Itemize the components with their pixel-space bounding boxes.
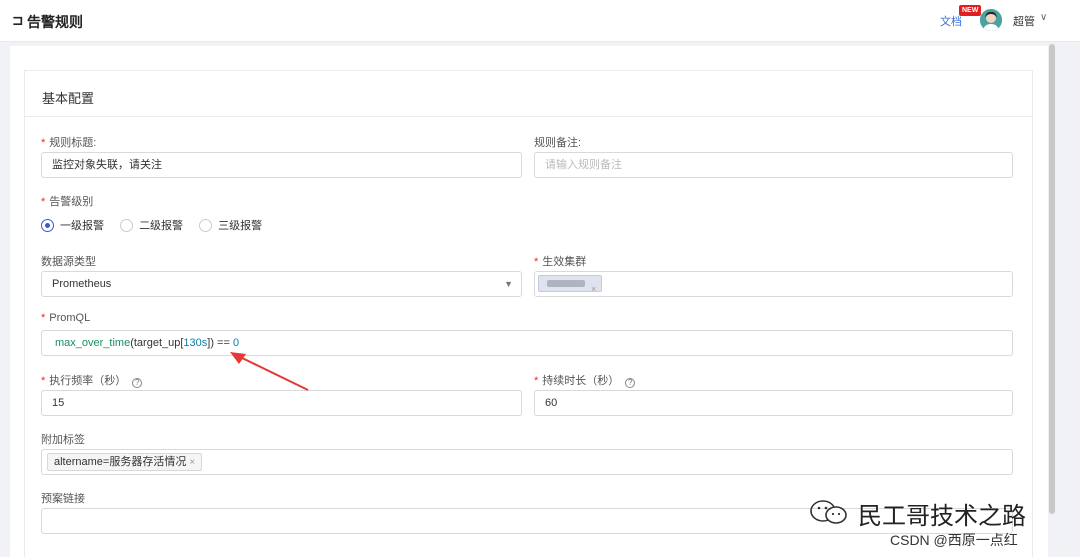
alert-level-label: * 告警级别 bbox=[41, 196, 94, 208]
watermark-text: 民工哥技术之路 bbox=[858, 502, 1026, 530]
required-mark: * bbox=[534, 256, 539, 268]
alert-level-radio-group: 一级报警 二级报警 三级报警 bbox=[41, 217, 275, 233]
new-badge: NEW bbox=[959, 5, 982, 16]
required-mark: * bbox=[534, 375, 539, 387]
required-mark: * bbox=[41, 375, 46, 387]
back-icon[interactable]: ⊐ bbox=[12, 12, 24, 29]
required-mark: * bbox=[41, 196, 46, 208]
card-title: 基本配置 bbox=[42, 91, 95, 106]
annotation-arrow-icon bbox=[230, 352, 309, 391]
top-bar: ⊐ 告警规则 文档 NEW 超管 ∨ bbox=[0, 0, 1080, 42]
promql-editor[interactable]: max_over_time(target_up[130s]) == 0 bbox=[41, 330, 1013, 356]
rule-note-label: 规则备注: bbox=[534, 137, 582, 149]
required-mark: * bbox=[41, 312, 46, 324]
card-header: 基本配置 bbox=[25, 71, 1032, 117]
interval-label: * 执行频率（秒）? bbox=[41, 372, 143, 388]
help-icon[interactable]: ? bbox=[625, 378, 636, 388]
caret-down-icon: ▼ bbox=[504, 279, 513, 289]
rule-title-label: * 规则标题: bbox=[41, 137, 97, 149]
tag-close-icon[interactable]: × bbox=[591, 277, 596, 296]
required-mark: * bbox=[41, 137, 46, 149]
runbook-label: 预案链接 bbox=[41, 493, 85, 505]
datasource-type-label: 数据源类型 bbox=[41, 256, 96, 268]
radio-unchecked-icon bbox=[199, 219, 213, 232]
basic-config-card: 基本配置 bbox=[24, 70, 1033, 557]
user-name[interactable]: 超管 bbox=[1013, 13, 1035, 29]
redacted-cluster-name bbox=[547, 280, 585, 287]
duration-label: * 持续时长（秒）? bbox=[534, 372, 636, 388]
extra-labels-input[interactable]: altername=服务器存活情况 × bbox=[41, 449, 1013, 475]
radio-level-3[interactable]: 三级报警 bbox=[199, 217, 262, 233]
radio-level-1[interactable]: 一级报警 bbox=[41, 217, 104, 233]
cluster-label: * 生效集群 bbox=[534, 256, 587, 268]
datasource-type-select[interactable]: Prometheus ▼ bbox=[41, 271, 522, 297]
extra-labels-label: 附加标签 bbox=[41, 434, 85, 446]
wechat-logo-icon bbox=[810, 500, 847, 524]
promql-label: * PromQL bbox=[41, 312, 91, 324]
radio-unchecked-icon bbox=[120, 219, 134, 232]
rule-title-input[interactable]: 监控对象失联，请关注 bbox=[41, 152, 522, 178]
avatar[interactable] bbox=[980, 9, 1002, 31]
cluster-select[interactable]: × bbox=[534, 271, 1013, 297]
radio-checked-icon bbox=[41, 219, 54, 232]
chevron-down-icon[interactable]: ∨ bbox=[1040, 12, 1047, 23]
tag-close-icon[interactable]: × bbox=[189, 457, 195, 468]
rule-note-input[interactable]: 请输入规则备注 bbox=[534, 152, 1013, 178]
label-tag[interactable]: altername=服务器存活情况 × bbox=[47, 453, 203, 471]
radio-level-2[interactable]: 二级报警 bbox=[120, 217, 183, 233]
duration-input[interactable]: 60 bbox=[534, 390, 1013, 416]
scrollbar-thumb[interactable] bbox=[1049, 44, 1055, 514]
help-icon[interactable]: ? bbox=[132, 378, 143, 388]
page-title: 告警规则 bbox=[27, 14, 83, 30]
cluster-tag[interactable]: × bbox=[538, 275, 602, 294]
watermark-subtext: CSDN @西原一点红 bbox=[890, 532, 1018, 548]
